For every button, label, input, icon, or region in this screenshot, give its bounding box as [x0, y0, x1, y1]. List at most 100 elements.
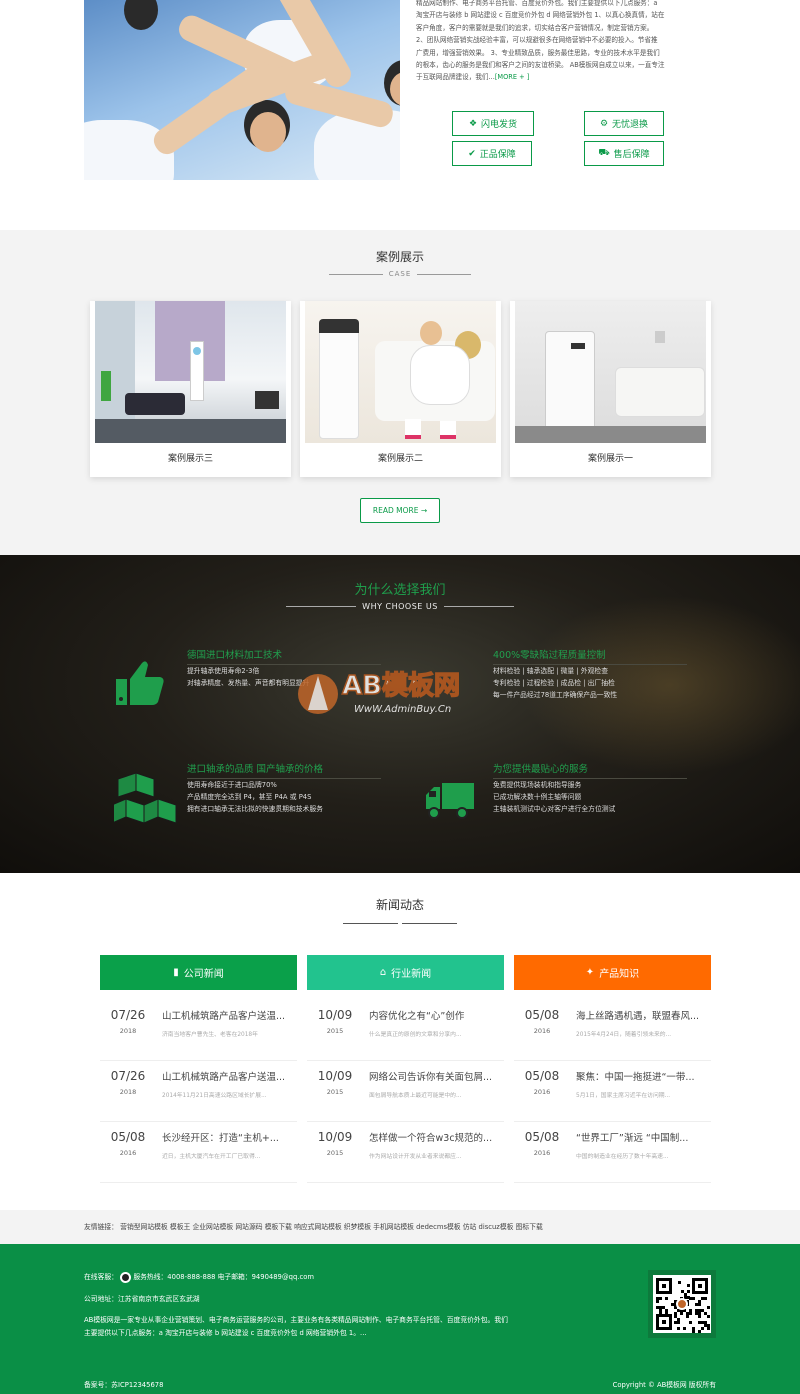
news-item[interactable]: 05/08 2016 长沙经开区：打造“主机+... 近日，主机大厦汽车在开工厂已取得…	[100, 1122, 297, 1183]
news-year: 2016	[533, 1088, 551, 1096]
news-desc: 济南当地客户曹先生、老客在2018年	[162, 1032, 258, 1038]
news-desc: 5月1日，国家主席习近平在访问期...	[576, 1093, 671, 1099]
feature-genuine[interactable]: ✔ 正品保障	[452, 141, 532, 166]
gears-icon: ⚙	[599, 118, 609, 129]
news-section: 新闻动态 ▮ 公司新闻 07/26 2018 山工机械筑路产品客户送温... 济南当地客户…	[0, 873, 800, 1210]
news-column: ▮ 公司新闻 07/26 2018 山工机械筑路产品客户送温... 济南当地客户曹先生、老…	[100, 955, 297, 1183]
about-text-line: 客户角度，客户的需要就是我们的追求，切实结合客户营销情况，制定营销方案。	[416, 23, 654, 32]
news-date: 05/08	[524, 1069, 560, 1083]
news-title: 内容优化之有“心”创作	[369, 1011, 465, 1022]
about-text: 精品网站制作、电子商务平台托管、百度竞价外包。我们主要提供以下几点服务：a 淘宝开…	[416, 0, 788, 84]
svg-text:WwW.AdminBuy.Cn: WwW.AdminBuy.Cn	[354, 704, 451, 715]
about-text-line: 于互联网品牌建设，我们...	[416, 73, 495, 82]
news-year: 2016	[119, 1149, 137, 1157]
news-item[interactable]: 10/09 2015 网络公司告诉你有关面包屑... 面包屑导航本质上最近可能是中的.…	[307, 1061, 504, 1122]
news-title: 山工机械筑路产品客户送温...	[162, 1011, 286, 1022]
book-icon: ▮	[173, 967, 179, 978]
news-desc: 面包屑导航本质上最近可能是中的...	[369, 1093, 462, 1099]
news-column-tab[interactable]: ⌂ 行业新闻	[307, 955, 504, 990]
news-year: 2015	[326, 1088, 344, 1096]
about-text-line: 的根本，齿心的服务是我们和客户之间的友谊桥梁。 AB模板网自成立以来，一直专注	[416, 61, 665, 70]
team-hands-photo	[84, 0, 400, 180]
watermark-logo: AB模板网 WwW.AdminBuy.Cn	[298, 670, 461, 715]
news-item[interactable]: 10/09 2015 内容优化之有“心”创作 什么是真正的原创的文章和分享内...	[307, 1000, 504, 1061]
news-desc: 中国的制造业在经历了数十年高速...	[576, 1154, 669, 1160]
case-card[interactable]: 案例展示一	[510, 301, 711, 477]
qr-code	[648, 1270, 716, 1338]
news-year: 2018	[119, 1088, 137, 1096]
news-title: 山工机械筑路产品客户送温...	[162, 1072, 286, 1083]
news-column-tab[interactable]: ▮ 公司新闻	[100, 955, 297, 990]
news-column: ✦ 产品知识 05/08 2016 海上丝路遇机遇，联盟春风... 2015年4月24日，…	[514, 955, 711, 1183]
news-date: 07/26	[110, 1008, 146, 1022]
why-item: 为您提供最贴心的服务 免费提供现场装机和指导服务 已成功解决数十例主轴等问题 主…	[493, 761, 693, 816]
news-year: 2016	[533, 1027, 551, 1035]
about-text-line: 2、团队网络营销实战经验丰富，可以规避很多在网络营销中不必要的投入。节省推	[416, 36, 658, 45]
feature-fast-delivery[interactable]: ❖ 闪电发货	[452, 111, 534, 136]
about-text-line: 精品网站制作、电子商务平台托管、百度竞价外包。我们主要提供以下几点服务：a	[416, 0, 658, 7]
news-item[interactable]: 05/08 2016 聚焦：中国一拖挺进“一带... 5月1日，国家主席习近平在访问期…	[514, 1061, 711, 1122]
news-title: 网络公司告诉你有关面包屑...	[369, 1072, 493, 1083]
case-card[interactable]: 案例展示三	[90, 301, 291, 477]
truck-icon: ⛟	[598, 148, 610, 158]
news-item[interactable]: 07/26 2018 山工机械筑路产品客户送温... 济南当地客户曹先生、老客在201…	[100, 1000, 297, 1061]
news-date: 07/26	[110, 1069, 146, 1083]
footer-icp: 备案号：苏ICP12345678	[84, 1381, 164, 1389]
case-caption: 案例展示二	[377, 454, 423, 464]
news-item[interactable]: 05/08 2016 海上丝路遇机遇，联盟春风... 2015年4月24日，随着引领未…	[514, 1000, 711, 1061]
news-title: 怎样做一个符合w3c规范的...	[369, 1133, 493, 1144]
friend-links-list[interactable]: 营销型网站模板 模板王 企业网站模板 网站源码 模板下载 响应式网站模板 织梦模…	[120, 1223, 543, 1231]
news-title: 长沙经开区：打造“主机+...	[162, 1133, 279, 1144]
news-desc: 2015年4月24日，随着引领未来的...	[576, 1032, 672, 1038]
case-card[interactable]: 案例展示二	[300, 301, 501, 477]
case-image-living-room	[95, 301, 286, 443]
cubes-icon	[114, 772, 177, 824]
news-desc: 作为网站设计开发从业者来说都应...	[369, 1154, 462, 1160]
news-item[interactable]: 07/26 2018 山工机械筑路产品客户送温... 2014年11月21日高速公路区…	[100, 1061, 297, 1122]
news-year: 2016	[533, 1149, 551, 1157]
bank-icon: ⌂	[379, 967, 387, 978]
news-desc: 2014年11月21日高速公路区域长扩展...	[162, 1093, 267, 1099]
case-image-appliance-room	[515, 301, 706, 443]
news-column: ⌂ 行业新闻 10/09 2015 内容优化之有“心”创作 什么是真正的原创的文章和分享内…	[307, 955, 504, 1183]
footer-contact: 在线客服： 服务热线：4008-888-888 电子邮箱：9490489@qq.…	[84, 1271, 314, 1283]
news-column-tab[interactable]: ✦ 产品知识	[514, 955, 711, 990]
case-image-couple-sofa	[305, 301, 496, 443]
news-date: 05/08	[110, 1130, 146, 1144]
news-date: 05/08	[524, 1008, 560, 1022]
qq-service-icon[interactable]	[120, 1271, 132, 1283]
about-text-line: 淘宝开店与装修 b 网站建设 c 百度竞价外包 d 网络营销外包 1、以真心换真…	[416, 11, 665, 20]
cubes-icon: ❖	[468, 118, 478, 129]
news-item[interactable]: 05/08 2016 “世界工厂”渐远 “中国制... 中国的制造业在经历了数十年高速…	[514, 1122, 711, 1183]
why-subtitle: WHY CHOOSE US	[0, 602, 800, 611]
about-more-link[interactable]: [MORE + ]	[495, 73, 530, 81]
read-more-button[interactable]: READ MORE →	[360, 498, 440, 523]
about-section: 精品网站制作、电子商务平台托管、百度竞价外包。我们主要提供以下几点服务：a 淘宝开…	[0, 0, 800, 230]
feature-after-sales[interactable]: ⛟ 售后保障	[584, 141, 664, 166]
news-title: “世界工厂”渐远 “中国制...	[576, 1133, 689, 1144]
footer-intro: AB模板网是一家专业从事企业营销策划、电子商务运营服务的公司，主要业务有各类精品…	[84, 1316, 508, 1324]
footer: 在线客服： 服务热线：4008-888-888 电子邮箱：9490489@qq.…	[0, 1244, 800, 1394]
news-date: 10/09	[317, 1069, 353, 1083]
graduation-cap-icon: ✦	[585, 967, 595, 978]
case-caption: 案例展示一	[587, 454, 633, 464]
news-date: 05/08	[524, 1130, 560, 1144]
news-item[interactable]: 10/09 2015 怎样做一个符合w3c规范的... 作为网站设计开发从业者来说都应…	[307, 1122, 504, 1183]
news-title: 聚焦：中国一拖挺进“一带...	[576, 1072, 695, 1083]
friend-links: 友情链接： 营销型网站模板 模板王 企业网站模板 网站源码 模板下载 响应式网站…	[0, 1210, 800, 1244]
news-year: 2018	[119, 1027, 137, 1035]
news-year: 2015	[326, 1149, 344, 1157]
feature-easy-return[interactable]: ⚙ 无忧退换	[584, 111, 664, 136]
footer-intro-2: 主要提供以下几点服务：a 淘宝开店与装修 b 网站建设 c 百度竞价外包 d 网…	[84, 1329, 367, 1337]
check-circle-icon: ✔	[468, 148, 476, 159]
news-desc: 近日，主机大厦汽车在开工厂已取得...	[162, 1154, 261, 1160]
footer-address: 公司地址：江苏省南京市玄武区玄武湖	[84, 1295, 200, 1303]
why-item: 进口轴承的品质 国产轴承的价格 使用寿命接近于进口品牌70% 产品精度完全达到 …	[187, 761, 387, 816]
news-year: 2015	[326, 1027, 344, 1035]
news-title: 新闻动态	[375, 898, 424, 912]
cases-subtitle: CASE	[0, 270, 800, 278]
why-title: 为什么选择我们	[354, 583, 446, 598]
case-caption: 案例展示三	[167, 454, 213, 464]
thumbs-up-icon	[116, 661, 164, 705]
about-text-line: 广费用，增强营销效果。 3、专业精致品质，服务最佳思路，专业的技术水平是我们	[416, 48, 660, 57]
